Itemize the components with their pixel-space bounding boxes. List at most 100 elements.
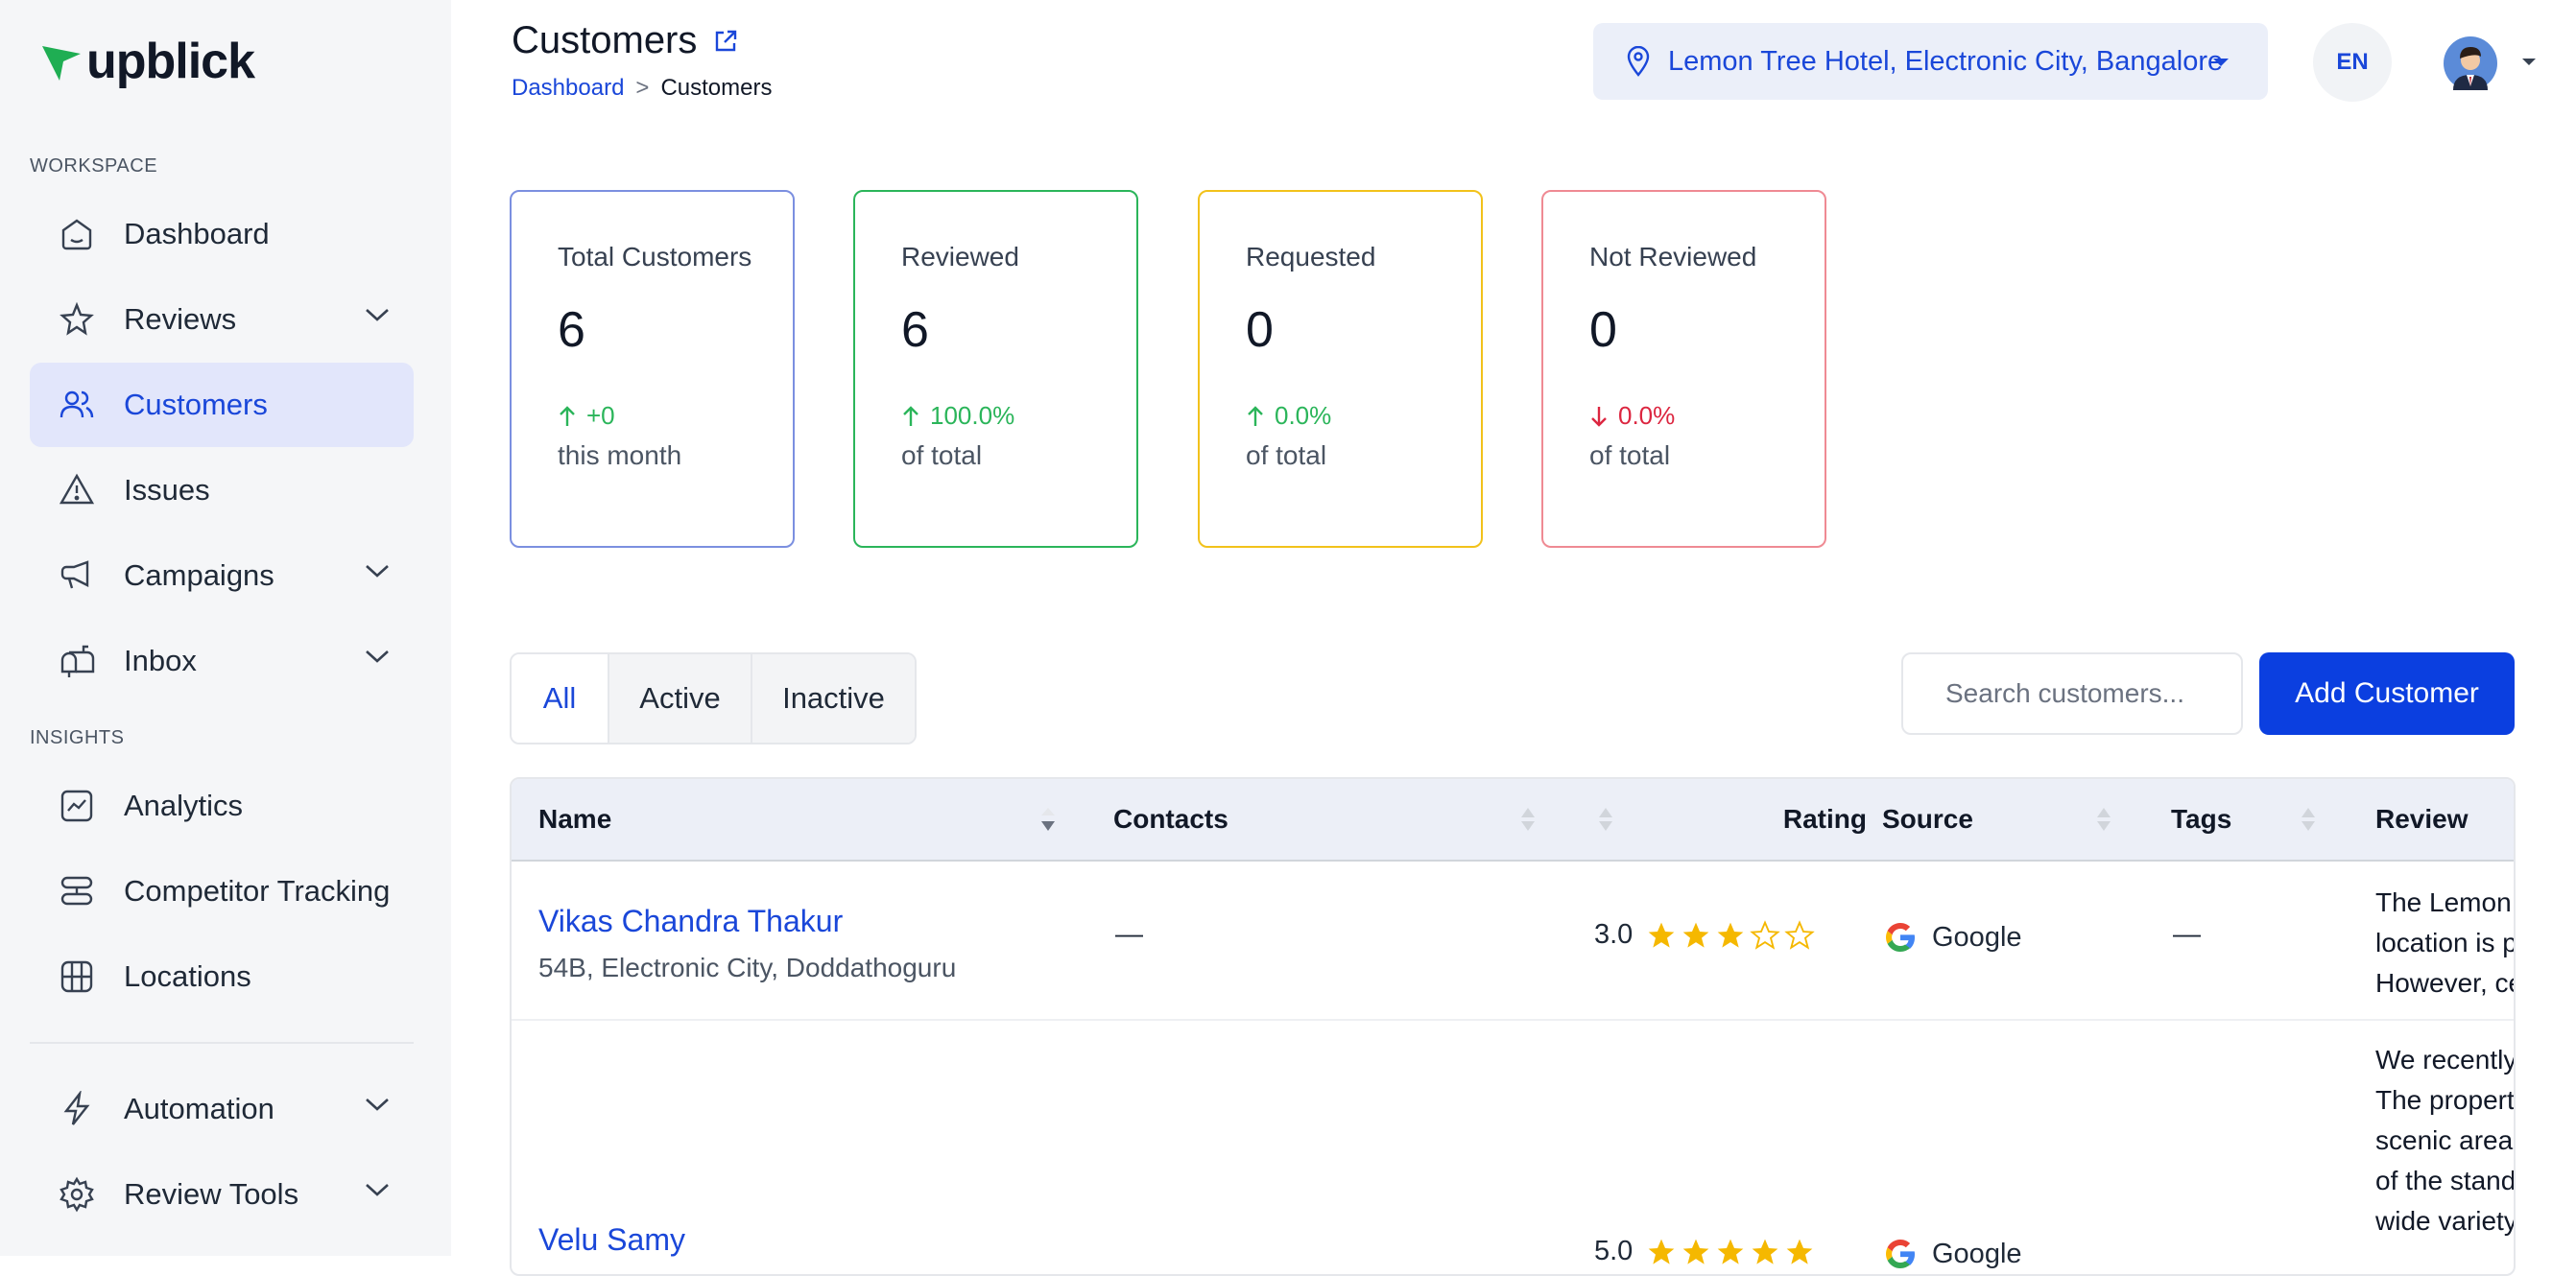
- stat-trend-value: 0.0%: [1275, 401, 1332, 430]
- sidebar-item-label: Dashboard: [124, 217, 270, 250]
- stat-trend: 0.0%: [1589, 401, 1825, 431]
- sidebar-item-locations[interactable]: Locations: [30, 934, 414, 1019]
- customer-review: We recently The propert scenic area, of …: [2375, 1040, 2516, 1241]
- tab-all[interactable]: All: [512, 654, 608, 743]
- breadcrumb-dashboard-link[interactable]: Dashboard: [512, 75, 624, 102]
- mailbox-icon: [57, 641, 97, 681]
- customer-rating: 3.0: [1594, 919, 1819, 951]
- stat-card-requested: Requested 0 0.0% of total: [1198, 190, 1483, 548]
- sidebar-item-dashboard[interactable]: Dashboard: [30, 192, 414, 276]
- rating-stars: [1646, 919, 1819, 951]
- logo[interactable]: upblick: [40, 33, 255, 90]
- review-line: We recently: [2375, 1045, 2516, 1075]
- map-icon: [57, 957, 97, 997]
- customer-name-cell: Vikas Chandra Thakur 54B, Electronic Cit…: [538, 904, 956, 983]
- sidebar-item-competitor-tracking[interactable]: Competitor Tracking: [30, 849, 414, 933]
- sidebar-item-label: Issues: [124, 473, 210, 507]
- sort-icon[interactable]: [2300, 804, 2317, 835]
- sidebar-item-label: Customers: [124, 388, 268, 421]
- review-line: of the stand: [2375, 1166, 2516, 1195]
- sidebar-item-label: Reviews: [124, 302, 237, 336]
- column-header-contacts[interactable]: Contacts: [1113, 779, 1228, 860]
- tab-active[interactable]: Active: [608, 654, 751, 743]
- search-input[interactable]: [1901, 652, 2243, 735]
- review-line: The Lemon: [2375, 887, 2512, 917]
- review-line: scenic area,: [2375, 1125, 2516, 1155]
- review-line: location is p: [2375, 928, 2516, 957]
- sort-icon[interactable]: [2095, 804, 2112, 835]
- source-name: Google: [1932, 1238, 2022, 1269]
- sidebar-item-customers[interactable]: Customers: [30, 363, 414, 447]
- stat-card-not-reviewed: Not Reviewed 0 0.0% of total: [1541, 190, 1826, 548]
- table-row[interactable]: Vikas Chandra Thakur 54B, Electronic Cit…: [512, 862, 2516, 1019]
- stat-value: 0: [1589, 302, 1617, 358]
- sort-icon[interactable]: [1519, 804, 1537, 835]
- location-name: Lemon Tree Hotel, Electronic City, Banga…: [1668, 45, 2224, 77]
- stat-label: Not Reviewed: [1589, 242, 1757, 272]
- star-empty-icon: [1784, 919, 1816, 950]
- column-header-rating[interactable]: Rating: [1752, 779, 1867, 860]
- sidebar-item-label: Inbox: [124, 644, 197, 677]
- avatar[interactable]: [2444, 36, 2497, 90]
- table-row[interactable]: Velu Samy 5.0 Google We recently The pro…: [512, 1021, 2516, 1274]
- stat-value: 0: [1246, 302, 1274, 358]
- column-header-review[interactable]: Review: [2375, 779, 2469, 860]
- google-icon: [1886, 923, 1915, 952]
- stat-label: Reviewed: [901, 242, 1019, 272]
- caret-down-icon[interactable]: [2521, 58, 2537, 66]
- add-customer-button[interactable]: Add Customer: [2259, 652, 2515, 735]
- column-header-source[interactable]: Source: [1882, 779, 1973, 860]
- customer-rating: 5.0: [1594, 1236, 1819, 1267]
- arrow-up-icon: [903, 405, 918, 426]
- sidebar-item-review-tools[interactable]: Review Tools: [30, 1152, 414, 1237]
- stat-sub: of total: [901, 440, 983, 470]
- sidebar-item-issues[interactable]: Issues: [30, 448, 414, 532]
- breadcrumb-separator: >: [635, 75, 650, 101]
- filter-tabs: All Active Inactive: [510, 652, 917, 744]
- star-filled-icon: [1786, 1239, 1813, 1264]
- sidebar-item-label: Automation: [124, 1092, 274, 1125]
- tab-inactive[interactable]: Inactive: [751, 654, 915, 743]
- customer-name-link[interactable]: Velu Samy: [538, 1222, 685, 1258]
- stat-sub: of total: [1246, 440, 1327, 470]
- sidebar-item-analytics[interactable]: Analytics: [30, 764, 414, 848]
- stat-sub: of total: [1589, 440, 1671, 470]
- sidebar-item-label: Competitor Tracking: [124, 874, 391, 908]
- review-line: wide variety: [2375, 1206, 2516, 1236]
- language-button[interactable]: EN: [2313, 23, 2392, 102]
- logo-text: upblick: [86, 34, 255, 89]
- star-filled-icon: [1752, 1239, 1778, 1264]
- sidebar-item-campaigns[interactable]: Campaigns: [30, 533, 414, 618]
- customer-address: 54B, Electronic City, Doddathoguru: [538, 953, 957, 982]
- external-link-icon[interactable]: [712, 28, 739, 55]
- column-header-name[interactable]: Name: [538, 779, 611, 860]
- star-filled-icon: [1717, 1239, 1744, 1264]
- rating-stars: [1646, 1237, 1819, 1267]
- customers-table: Name Contacts Rating Source Tags Review …: [510, 777, 2516, 1276]
- location-selector[interactable]: Lemon Tree Hotel, Electronic City, Banga…: [1593, 23, 2268, 100]
- home-icon: [57, 214, 97, 254]
- arrow-up-icon: [560, 405, 575, 426]
- chevron-down-icon: [366, 1099, 389, 1111]
- star-filled-icon: [1648, 1239, 1675, 1264]
- review-line: However, ce: [2375, 968, 2516, 998]
- sidebar-item-automation[interactable]: Automation: [30, 1067, 414, 1151]
- breadcrumb: Dashboard > Customers: [512, 75, 772, 102]
- google-icon: [1886, 1240, 1915, 1268]
- sidebar-item-inbox[interactable]: Inbox: [30, 619, 414, 703]
- lightning-icon: [57, 1089, 97, 1129]
- column-header-tags[interactable]: Tags: [2171, 779, 2231, 860]
- customer-name-cell: Velu Samy: [538, 1222, 685, 1258]
- stat-sub: this month: [558, 440, 682, 470]
- star-empty-icon: [1750, 919, 1781, 950]
- sort-icon[interactable]: [1597, 804, 1614, 835]
- stat-value: 6: [901, 302, 929, 358]
- sidebar-item-reviews[interactable]: Reviews: [30, 277, 414, 362]
- rating-value: 5.0: [1594, 1236, 1634, 1266]
- megaphone-icon: [57, 555, 97, 596]
- chevron-down-icon: [366, 1184, 389, 1196]
- sort-desc-icon[interactable]: [1039, 804, 1057, 835]
- stat-trend-value: 0.0%: [1618, 401, 1676, 430]
- customer-name-link[interactable]: Vikas Chandra Thakur: [538, 904, 956, 939]
- sidebar-item-label: Review Tools: [124, 1177, 299, 1211]
